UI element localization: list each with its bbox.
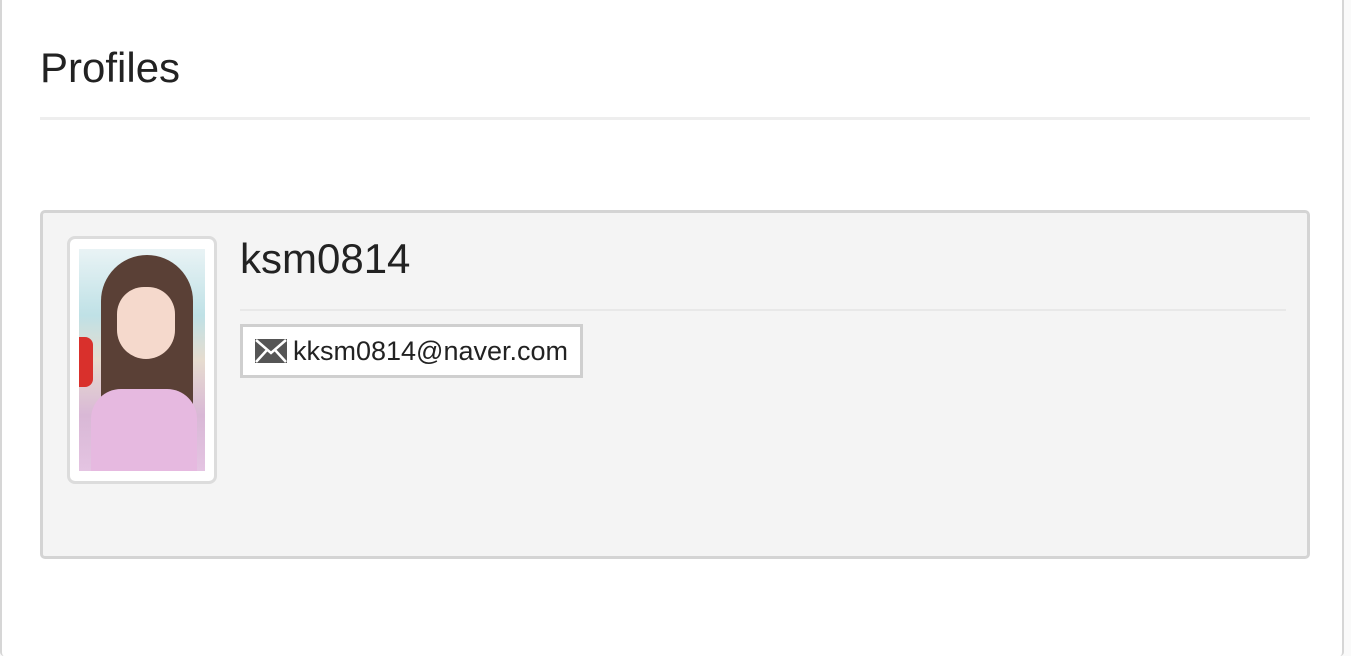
envelope-icon bbox=[255, 339, 287, 363]
page-title: Profiles bbox=[40, 44, 181, 91]
profile-username: ksm0814 bbox=[240, 235, 411, 282]
profiles-panel: Profiles ksm0814 kksm0814@naver.com bbox=[0, 0, 1344, 656]
title-divider bbox=[40, 117, 1310, 120]
email-text: kksm0814@naver.com bbox=[293, 335, 569, 366]
profile-photo bbox=[79, 249, 205, 471]
profile-divider bbox=[240, 309, 1286, 311]
email-link[interactable]: kksm0814@naver.com bbox=[240, 324, 584, 378]
avatar[interactable] bbox=[67, 236, 217, 484]
profile-card: ksm0814 kksm0814@naver.com bbox=[40, 210, 1310, 559]
